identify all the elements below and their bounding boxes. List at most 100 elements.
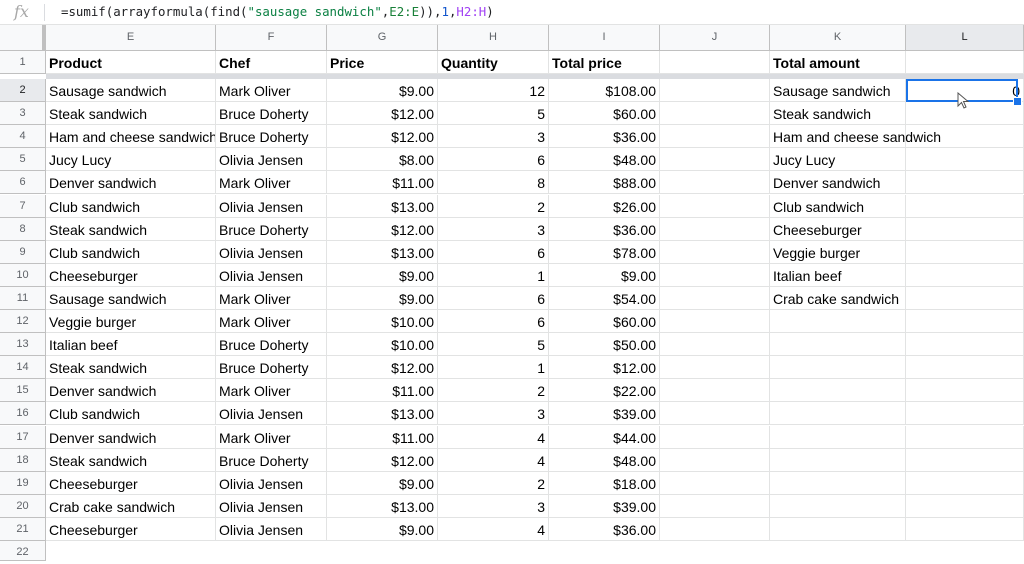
column-header-f[interactable]: F bbox=[216, 25, 327, 51]
cell-i20[interactable]: $39.00 bbox=[549, 494, 660, 518]
cell-f21[interactable]: Olivia Jensen bbox=[216, 517, 327, 541]
cell-e15[interactable]: Denver sandwich bbox=[46, 379, 216, 403]
cell-k14[interactable] bbox=[770, 356, 906, 380]
cell-k15[interactable] bbox=[770, 379, 906, 403]
cell-j14[interactable] bbox=[660, 356, 770, 380]
cell-j16[interactable] bbox=[660, 402, 770, 426]
cell-e16[interactable]: Club sandwich bbox=[46, 402, 216, 426]
cell-g7[interactable]: $13.00 bbox=[327, 194, 438, 218]
cell-f2[interactable]: Mark Oliver bbox=[216, 79, 327, 103]
cell-e21[interactable]: Cheeseburger bbox=[46, 517, 216, 541]
cell-i21[interactable]: $36.00 bbox=[549, 517, 660, 541]
cell-i19[interactable]: $18.00 bbox=[549, 471, 660, 495]
column-header-i[interactable]: I bbox=[549, 25, 660, 51]
cell-k9[interactable]: Veggie burger bbox=[770, 240, 906, 264]
header-cell-f[interactable]: Chef bbox=[216, 51, 327, 74]
column-header-h[interactable]: H bbox=[438, 25, 549, 51]
cell-l10[interactable] bbox=[906, 263, 1024, 287]
cell-i13[interactable]: $50.00 bbox=[549, 333, 660, 357]
cell-g4[interactable]: $12.00 bbox=[327, 125, 438, 149]
row-header-16[interactable]: 16 bbox=[0, 402, 46, 426]
cell-e10[interactable]: Cheeseburger bbox=[46, 263, 216, 287]
cell-k3[interactable]: Steak sandwich bbox=[770, 102, 906, 126]
cell-i3[interactable]: $60.00 bbox=[549, 102, 660, 126]
cell-j15[interactable] bbox=[660, 379, 770, 403]
cell-l18[interactable] bbox=[906, 448, 1024, 472]
cell-j7[interactable] bbox=[660, 194, 770, 218]
cell-i7[interactable]: $26.00 bbox=[549, 194, 660, 218]
cell-g18[interactable]: $12.00 bbox=[327, 448, 438, 472]
cell-j11[interactable] bbox=[660, 286, 770, 310]
row-header-5[interactable]: 5 bbox=[0, 148, 46, 172]
row-header-7[interactable]: 7 bbox=[0, 194, 46, 218]
cell-g20[interactable]: $13.00 bbox=[327, 494, 438, 518]
cell-j6[interactable] bbox=[660, 171, 770, 195]
row-header-9[interactable]: 9 bbox=[0, 240, 46, 264]
cell-g12[interactable]: $10.00 bbox=[327, 310, 438, 334]
cell-e9[interactable]: Club sandwich bbox=[46, 240, 216, 264]
row-header-21[interactable]: 21 bbox=[0, 517, 46, 541]
cell-g11[interactable]: $9.00 bbox=[327, 286, 438, 310]
column-header-k[interactable]: K bbox=[770, 25, 906, 51]
cell-l16[interactable] bbox=[906, 402, 1024, 426]
cell-i10[interactable]: $9.00 bbox=[549, 263, 660, 287]
cell-k10[interactable]: Italian beef bbox=[770, 263, 906, 287]
cell-g17[interactable]: $11.00 bbox=[327, 425, 438, 449]
cell-k12[interactable] bbox=[770, 310, 906, 334]
cell-h13[interactable]: 5 bbox=[438, 333, 549, 357]
cell-f4[interactable]: Bruce Doherty bbox=[216, 125, 327, 149]
cell-h5[interactable]: 6 bbox=[438, 148, 549, 172]
cell-f20[interactable]: Olivia Jensen bbox=[216, 494, 327, 518]
cell-j19[interactable] bbox=[660, 471, 770, 495]
cell-h4[interactable]: 3 bbox=[438, 125, 549, 149]
cell-e5[interactable]: Jucy Lucy bbox=[46, 148, 216, 172]
cell-g3[interactable]: $12.00 bbox=[327, 102, 438, 126]
cell-j10[interactable] bbox=[660, 263, 770, 287]
cell-k17[interactable] bbox=[770, 425, 906, 449]
cell-e12[interactable]: Veggie burger bbox=[46, 310, 216, 334]
cell-e7[interactable]: Club sandwich bbox=[46, 194, 216, 218]
row-header-20[interactable]: 20 bbox=[0, 494, 46, 518]
cell-l13[interactable] bbox=[906, 333, 1024, 357]
cell-e18[interactable]: Steak sandwich bbox=[46, 448, 216, 472]
cell-i17[interactable]: $44.00 bbox=[549, 425, 660, 449]
cell-f7[interactable]: Olivia Jensen bbox=[216, 194, 327, 218]
cell-f17[interactable]: Mark Oliver bbox=[216, 425, 327, 449]
row-header-11[interactable]: 11 bbox=[0, 286, 46, 310]
column-header-e[interactable]: E bbox=[46, 25, 216, 51]
row-header-19[interactable]: 19 bbox=[0, 471, 46, 495]
cell-e20[interactable]: Crab cake sandwich bbox=[46, 494, 216, 518]
cell-f8[interactable]: Bruce Doherty bbox=[216, 217, 327, 241]
cell-i2[interactable]: $108.00 bbox=[549, 79, 660, 103]
cell-j5[interactable] bbox=[660, 148, 770, 172]
cell-i11[interactable]: $54.00 bbox=[549, 286, 660, 310]
cell-e11[interactable]: Sausage sandwich bbox=[46, 286, 216, 310]
cell-g16[interactable]: $13.00 bbox=[327, 402, 438, 426]
cell-l8[interactable] bbox=[906, 217, 1024, 241]
cell-i18[interactable]: $48.00 bbox=[549, 448, 660, 472]
cell-l20[interactable] bbox=[906, 494, 1024, 518]
cell-h12[interactable]: 6 bbox=[438, 310, 549, 334]
column-header-l[interactable]: L bbox=[906, 25, 1024, 51]
cell-i6[interactable]: $88.00 bbox=[549, 171, 660, 195]
row-header-17[interactable]: 17 bbox=[0, 425, 46, 449]
row-header-1[interactable]: 1 bbox=[0, 51, 46, 74]
header-cell-i[interactable]: Total price bbox=[549, 51, 660, 74]
row-header-15[interactable]: 15 bbox=[0, 379, 46, 403]
cell-h16[interactable]: 3 bbox=[438, 402, 549, 426]
cell-j18[interactable] bbox=[660, 448, 770, 472]
cell-f3[interactable]: Bruce Doherty bbox=[216, 102, 327, 126]
column-header-g[interactable]: G bbox=[327, 25, 438, 51]
cell-k16[interactable] bbox=[770, 402, 906, 426]
header-cell-h[interactable]: Quantity bbox=[438, 51, 549, 74]
cell-h19[interactable]: 2 bbox=[438, 471, 549, 495]
cell-i16[interactable]: $39.00 bbox=[549, 402, 660, 426]
cell-g8[interactable]: $12.00 bbox=[327, 217, 438, 241]
cell-j2[interactable] bbox=[660, 79, 770, 103]
cell-j21[interactable] bbox=[660, 517, 770, 541]
cell-g14[interactable]: $12.00 bbox=[327, 356, 438, 380]
cell-h9[interactable]: 6 bbox=[438, 240, 549, 264]
cell-j4[interactable] bbox=[660, 125, 770, 149]
cell-h6[interactable]: 8 bbox=[438, 171, 549, 195]
cell-j12[interactable] bbox=[660, 310, 770, 334]
